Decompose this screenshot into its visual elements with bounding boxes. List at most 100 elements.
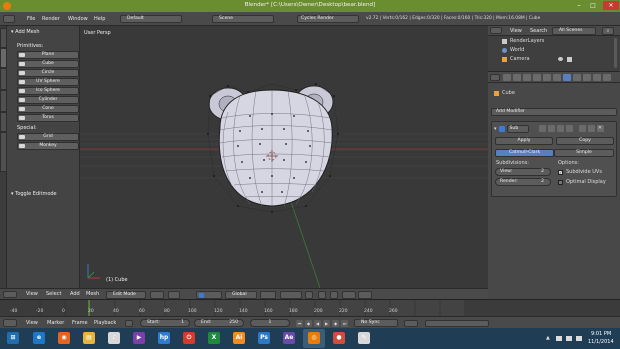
- scene-tab-icon[interactable]: [523, 74, 531, 81]
- tab-animation[interactable]: [0, 90, 7, 112]
- search-icon[interactable]: ⌕: [602, 27, 614, 35]
- start-button[interactable]: ⊞: [2, 329, 24, 348]
- taskbar-app-excel[interactable]: X: [203, 329, 225, 348]
- taskbar-app-paint[interactable]: ✎: [353, 329, 375, 348]
- prev-keyframe-icon[interactable]: ◆: [305, 320, 312, 327]
- editor-type-properties-icon[interactable]: [490, 74, 500, 81]
- battery-icon[interactable]: [576, 336, 582, 341]
- proportional-edit-toggle[interactable]: [318, 291, 326, 299]
- object-tab-icon[interactable]: [543, 74, 551, 81]
- catmull-clark-tab[interactable]: Catmull-Clark: [495, 149, 554, 157]
- visibility-eye-icon[interactable]: [557, 57, 563, 61]
- taskbar-app-firefox[interactable]: ◉: [53, 329, 75, 348]
- tab-relations[interactable]: [0, 68, 7, 90]
- menu-select[interactable]: Select: [46, 291, 61, 297]
- tab-physics[interactable]: [0, 112, 7, 132]
- expand-arrow-icon[interactable]: ▾: [494, 126, 497, 132]
- toggle-editmode-operator[interactable]: ▾ Toggle Editmode: [11, 191, 57, 197]
- taskbar-app-media[interactable]: ▶: [128, 329, 150, 348]
- menu-mesh[interactable]: Mesh: [86, 291, 99, 297]
- menu-window[interactable]: Window: [68, 16, 88, 22]
- jump-end-icon[interactable]: ⏭: [341, 320, 348, 327]
- taskbar-app-blender[interactable]: ◎: [303, 329, 325, 348]
- outliner-item-camera[interactable]: Camera: [502, 56, 572, 62]
- taskbar-app-explorer[interactable]: ▤: [78, 329, 100, 348]
- move-down-icon[interactable]: [587, 125, 595, 132]
- record-keyframe-toggle[interactable]: [125, 320, 133, 327]
- render-tab-icon[interactable]: [503, 74, 511, 81]
- add-cylinder-button[interactable]: Cylinder: [17, 96, 79, 104]
- modifier-name-field[interactable]: Sub: [506, 124, 529, 133]
- layer-buttons[interactable]: [260, 291, 276, 299]
- add-cone-button[interactable]: Cone: [17, 105, 79, 113]
- menu-marker[interactable]: Marker: [47, 320, 64, 326]
- menu-timeline-view[interactable]: View: [26, 320, 38, 326]
- editor-type-timeline-icon[interactable]: [3, 319, 17, 327]
- manipulator-toggles[interactable]: [196, 291, 222, 299]
- viewport-shading-select[interactable]: [150, 291, 164, 299]
- menu-render[interactable]: Render: [42, 16, 60, 22]
- next-keyframe-icon[interactable]: ◆: [332, 320, 339, 327]
- taskbar-app-itunes[interactable]: ♪: [103, 329, 125, 348]
- viewport-toggle-icon[interactable]: [547, 125, 555, 132]
- render-preview-toggle[interactable]: [342, 291, 356, 299]
- menu-playback[interactable]: Playback: [94, 320, 116, 326]
- snap-toggle[interactable]: [330, 291, 338, 299]
- taskbar-app-chrome[interactable]: ●: [328, 329, 350, 348]
- screen-layout-select[interactable]: Default: [120, 15, 182, 23]
- taskbar-app-hp[interactable]: hp: [153, 329, 175, 348]
- tab-grease-pencil[interactable]: [0, 132, 7, 172]
- outliner-item-world[interactable]: World: [502, 47, 524, 53]
- bear-mesh[interactable]: [207, 83, 339, 213]
- add-plane-button[interactable]: Plane: [17, 51, 79, 59]
- add-torus-button[interactable]: Torus: [17, 114, 79, 122]
- add-uv-sphere-button[interactable]: UV Sphere: [17, 78, 79, 86]
- tray-arrow-icon[interactable]: ▲: [546, 335, 550, 341]
- view-subdivisions-field[interactable]: View: 2: [495, 168, 551, 176]
- volume-icon[interactable]: [566, 336, 572, 341]
- apply-button[interactable]: Apply: [495, 137, 553, 145]
- subdivide-uvs-checkbox[interactable]: ✓ Subdivide UVs: [558, 169, 602, 175]
- render-toggle-icon[interactable]: [538, 125, 546, 132]
- play-reverse-icon[interactable]: ◀: [314, 320, 321, 327]
- render-engine-select[interactable]: Cycles Render: [297, 15, 359, 23]
- texture-tab-icon[interactable]: [593, 74, 601, 81]
- simple-tab[interactable]: Simple: [554, 149, 614, 157]
- optimal-display-checkbox[interactable]: Optimal Display: [558, 179, 606, 185]
- tab-create[interactable]: [0, 48, 7, 68]
- network-icon[interactable]: [556, 336, 562, 341]
- opengl-render-button[interactable]: [358, 291, 372, 299]
- transform-orientation-select[interactable]: Global: [225, 291, 257, 299]
- keying-set-toggle[interactable]: [404, 320, 418, 327]
- outliner-item-renderlayers[interactable]: RenderLayers: [502, 38, 544, 44]
- menu-add[interactable]: Add: [70, 291, 80, 297]
- property-context-tabs[interactable]: [503, 74, 611, 81]
- add-ico-sphere-button[interactable]: Ico Sphere: [17, 87, 79, 95]
- play-icon[interactable]: ▶: [323, 320, 330, 327]
- add-mesh-panel-header[interactable]: ▾ Add Mesh: [11, 29, 40, 35]
- modifiers-tab-icon[interactable]: [563, 74, 571, 81]
- particles-tab-icon[interactable]: [603, 74, 611, 81]
- current-frame-field[interactable]: 1: [250, 319, 290, 327]
- add-modifier-button[interactable]: Add Modifier: [491, 108, 617, 116]
- outliner-scrollbar[interactable]: [614, 38, 617, 68]
- jump-start-icon[interactable]: ⏮: [296, 320, 303, 327]
- minimize-button[interactable]: –: [573, 1, 585, 10]
- menu-help[interactable]: Help: [94, 16, 105, 22]
- remove-modifier-icon[interactable]: ✕: [596, 125, 604, 132]
- sync-mode-select[interactable]: No Sync: [354, 319, 398, 327]
- taskbar-app-power[interactable]: ⏻: [178, 329, 200, 348]
- scene-select[interactable]: Scene: [212, 15, 274, 23]
- add-cube-button[interactable]: Cube: [17, 60, 79, 68]
- select-mode-buttons[interactable]: [280, 291, 302, 299]
- editmode-toggle-icon[interactable]: [556, 125, 564, 132]
- maximize-button[interactable]: □: [587, 1, 599, 10]
- copy-button[interactable]: Copy: [556, 137, 614, 145]
- add-monkey-button[interactable]: Monkey: [17, 142, 79, 150]
- editor-type-icon[interactable]: [3, 15, 15, 23]
- 3d-viewport[interactable]: User Persp (1) Cube: [80, 26, 488, 288]
- constraints-tab-icon[interactable]: [553, 74, 561, 81]
- render-camera-icon[interactable]: [566, 56, 572, 62]
- occlude-geometry-toggle[interactable]: [305, 291, 313, 299]
- clock-time[interactable]: 9:01 PM: [591, 331, 611, 337]
